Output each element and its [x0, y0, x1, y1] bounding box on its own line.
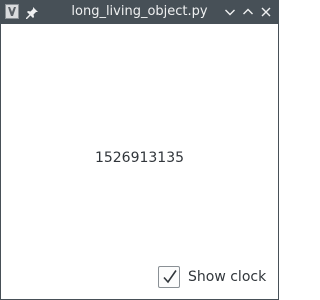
show-clock-checkbox[interactable]: Show clock: [158, 264, 266, 290]
show-clock-label[interactable]: Show clock: [188, 269, 266, 285]
title-bar[interactable]: long_living_object.py: [0, 0, 279, 24]
maximize-icon[interactable]: [240, 4, 256, 20]
checkmark-icon: [163, 270, 177, 284]
app-window: long_living_object.py 1526913135 Show cl…: [0, 0, 279, 300]
clock-value: 1526913135: [94, 150, 185, 166]
checkbox-box[interactable]: [158, 266, 180, 288]
close-icon[interactable]: [258, 4, 274, 20]
client-area: 1526913135 Show clock: [1, 24, 278, 299]
minimize-icon[interactable]: [222, 4, 238, 20]
